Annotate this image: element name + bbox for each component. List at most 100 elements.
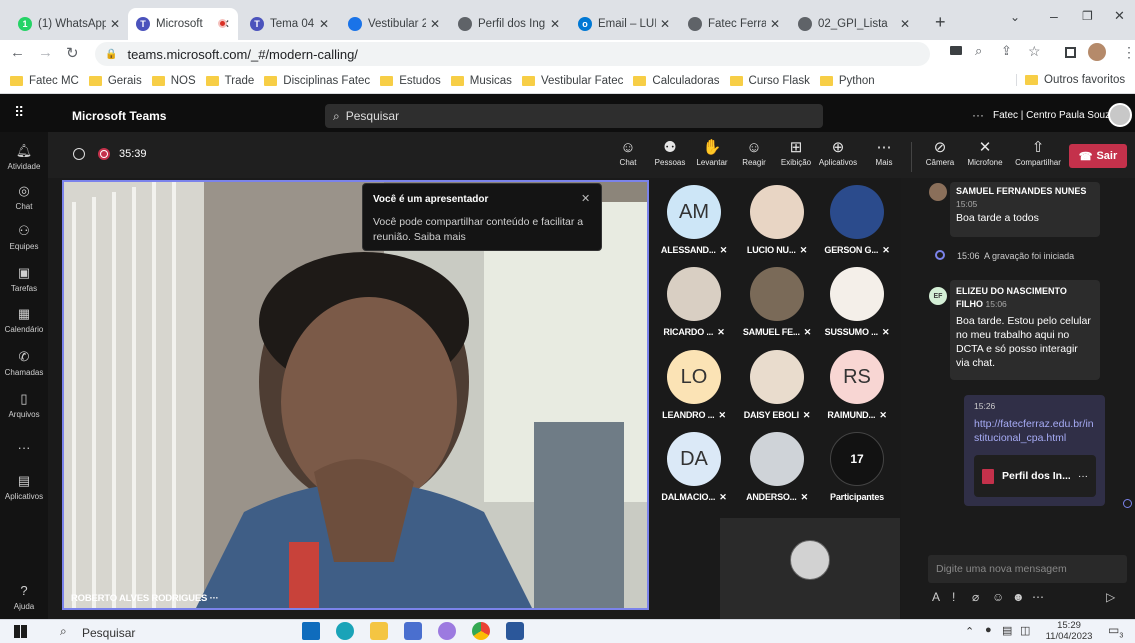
settings-more-icon[interactable]: ··· bbox=[972, 108, 984, 122]
address-bar[interactable]: 🔒 teams.microsoft.com/_#/modern-calling/ bbox=[95, 42, 930, 66]
tab-close-icon[interactable]: ✕ bbox=[900, 17, 910, 31]
browser-menu-icon[interactable]: ⋮ bbox=[1122, 44, 1135, 61]
participant-tile[interactable]: SUSSUMO ... ✕ bbox=[818, 267, 896, 338]
rail-item-calendar[interactable]: ▦ Calendário bbox=[0, 305, 48, 334]
org-name[interactable]: Fatec | Centro Paula Souza bbox=[993, 110, 1116, 121]
rail-item-apps[interactable]: ▤ Aplicativos bbox=[0, 472, 48, 501]
loop-icon[interactable]: ☺ bbox=[992, 590, 1004, 604]
bookmark-item[interactable]: Vestibular Fatec bbox=[521, 75, 623, 87]
notification-icon[interactable]: ▭3 bbox=[1108, 623, 1123, 639]
rail-item-files[interactable]: ▯ Arquivos bbox=[0, 390, 48, 419]
rail-item-chat[interactable]: ◎ Chat bbox=[0, 182, 48, 211]
edge-icon[interactable] bbox=[336, 622, 354, 640]
rail-item-tasks[interactable]: ▣ Tarefas bbox=[0, 264, 48, 293]
taskbar-search[interactable]: Pesquisar bbox=[82, 626, 135, 640]
bookmark-item[interactable]: NOS bbox=[151, 75, 196, 87]
store-icon[interactable] bbox=[404, 622, 422, 640]
profile-avatar[interactable] bbox=[1088, 43, 1106, 61]
control-apps[interactable]: ⊕ Aplicativos bbox=[816, 138, 860, 167]
close-window-button[interactable]: ✕ bbox=[1114, 8, 1125, 24]
side-panel-icon[interactable] bbox=[1065, 47, 1076, 58]
control-react[interactable]: ☺ Reagir bbox=[732, 138, 776, 167]
file-attachment[interactable]: Perfil dos In... ··· bbox=[974, 455, 1096, 497]
share-icon[interactable]: ⇪ bbox=[1001, 43, 1012, 59]
tab-search-icon[interactable]: ⌄ bbox=[1010, 10, 1020, 24]
rail-item-help[interactable]: ? Ajuda bbox=[0, 582, 48, 611]
bookmark-item[interactable]: Curso Flask bbox=[729, 75, 810, 87]
control-more[interactable]: ⋯ Mais bbox=[862, 138, 906, 167]
browser-tab[interactable]: 02_GPI_Lista ✕ bbox=[790, 8, 918, 40]
forward-icon[interactable]: → bbox=[38, 44, 53, 61]
important-icon[interactable]: ! bbox=[952, 590, 955, 604]
chat-message-1[interactable]: SAMUEL FERNANDES NUNES 15:05 Boa tarde a… bbox=[950, 182, 1100, 237]
rail-item-teams[interactable]: ⚇ Equipes bbox=[0, 222, 48, 251]
participant-tile[interactable]: ANDERSO... ✕ bbox=[738, 432, 816, 503]
network-icon[interactable]: ▤ bbox=[1002, 624, 1012, 637]
app-launcher-icon[interactable]: ⠿ bbox=[14, 104, 25, 121]
browser-tab[interactable]: o Email – LUIZ ✕ bbox=[570, 8, 678, 40]
user-avatar[interactable] bbox=[1108, 103, 1132, 127]
browser-tab[interactable]: Vestibular 20 ✕ bbox=[340, 8, 448, 40]
browser-tab[interactable]: T Tema 04 - Est ✕ bbox=[242, 8, 337, 40]
participant-tile[interactable]: DAISY EBOLI ✕ bbox=[738, 350, 816, 421]
reload-icon[interactable]: ↻ bbox=[66, 44, 79, 62]
tray-chevron-icon[interactable]: ⌃ bbox=[965, 625, 974, 638]
chat-message-input[interactable]: Digite uma nova mensagem bbox=[928, 555, 1127, 583]
control-raise-hand[interactable]: ✋ Levantar bbox=[690, 138, 734, 167]
bookmark-item[interactable]: Estudos bbox=[380, 75, 441, 87]
tab-close-icon[interactable]: ✕ bbox=[319, 17, 329, 31]
tray-mic-icon[interactable]: ● bbox=[985, 624, 992, 636]
participant-tile[interactable]: LO LEANDRO ... ✕ bbox=[655, 350, 733, 421]
control-view[interactable]: ⊞ Exibição bbox=[774, 138, 818, 167]
tab-close-icon[interactable]: ✕ bbox=[660, 17, 670, 31]
teams-search-input[interactable]: ⌕ Pesquisar bbox=[325, 104, 823, 128]
bookmark-item[interactable]: Disciplinas Fatec bbox=[264, 75, 370, 87]
file-explorer-icon[interactable] bbox=[370, 622, 388, 640]
mail-app-icon[interactable] bbox=[302, 622, 320, 640]
clock[interactable]: 15:29 11/04/2023 bbox=[1044, 620, 1094, 642]
emoji-icon[interactable]: ☻ bbox=[1012, 590, 1025, 604]
new-tab-button[interactable]: + bbox=[935, 12, 946, 33]
browser-tab[interactable]: 1 (1) WhatsApp ✕ bbox=[10, 8, 128, 40]
rail-item-more[interactable]: ··· bbox=[0, 440, 48, 455]
format-icon[interactable]: A bbox=[932, 590, 940, 604]
more-icon[interactable]: ⋯ bbox=[1032, 590, 1044, 604]
participant-tile[interactable]: LUCIO NU... ✕ bbox=[738, 185, 816, 256]
participant-tile[interactable]: RICARDO ... ✕ bbox=[655, 267, 733, 338]
tab-close-icon[interactable]: ✕ bbox=[550, 17, 560, 31]
bookmark-item[interactable]: Python bbox=[819, 75, 875, 87]
participant-tile[interactable]: 17 Participantes bbox=[818, 432, 896, 502]
bookmark-star-icon[interactable]: ☆ bbox=[1028, 43, 1041, 60]
participant-tile[interactable]: GERSON G... ✕ bbox=[818, 185, 896, 256]
word-icon[interactable] bbox=[506, 622, 524, 640]
tab-close-icon[interactable]: ✕ bbox=[110, 17, 120, 31]
shield-icon[interactable] bbox=[73, 148, 85, 160]
presenter-more-icon[interactable]: ··· bbox=[210, 593, 219, 604]
volume-icon[interactable]: ◫ bbox=[1020, 624, 1030, 637]
bookmark-item[interactable]: Fatec MC bbox=[10, 75, 79, 87]
snip-tool-icon[interactable] bbox=[438, 622, 456, 640]
participant-tile[interactable]: SAMUEL FE... ✕ bbox=[738, 267, 816, 338]
camera-in-use-icon[interactable] bbox=[950, 46, 962, 55]
file-more-icon[interactable]: ··· bbox=[1078, 471, 1088, 482]
zoom-icon[interactable]: ⌕ bbox=[975, 43, 982, 59]
rail-item-calls[interactable]: ✆ Chamadas bbox=[0, 348, 48, 377]
attach-icon[interactable]: ⌀ bbox=[972, 590, 979, 604]
back-icon[interactable]: ← bbox=[10, 44, 25, 61]
control-share[interactable]: ⇧ Compartilhar bbox=[1010, 138, 1066, 167]
chat-link[interactable]: http://fatecferraz.edu.br/institucional_… bbox=[974, 417, 1095, 445]
participant-tile[interactable]: AM ALESSAND... ✕ bbox=[655, 185, 733, 256]
tab-close-icon[interactable]: ✕ bbox=[770, 17, 780, 31]
control-chat[interactable]: ☺ Chat bbox=[606, 138, 650, 167]
self-view-tile[interactable] bbox=[720, 518, 900, 619]
chat-message-3[interactable]: 15:26 http://fatecferraz.edu.br/instituc… bbox=[964, 395, 1105, 506]
bookmark-item[interactable]: Musicas bbox=[450, 75, 512, 87]
chrome-icon[interactable] bbox=[472, 622, 490, 640]
participant-tile[interactable]: DA DALMACIO... ✕ bbox=[655, 432, 733, 503]
control-camera[interactable]: ⊘ Câmera bbox=[918, 138, 962, 167]
other-bookmarks[interactable]: Outros favoritos bbox=[1016, 74, 1125, 86]
leave-button[interactable]: ☎ Sair bbox=[1069, 144, 1127, 168]
chat-message-2[interactable]: ELIZEU DO NASCIMENTO FILHO 15:06 Boa tar… bbox=[950, 280, 1100, 380]
minimize-button[interactable]: – bbox=[1050, 8, 1058, 24]
bookmark-item[interactable]: Trade bbox=[205, 75, 254, 87]
